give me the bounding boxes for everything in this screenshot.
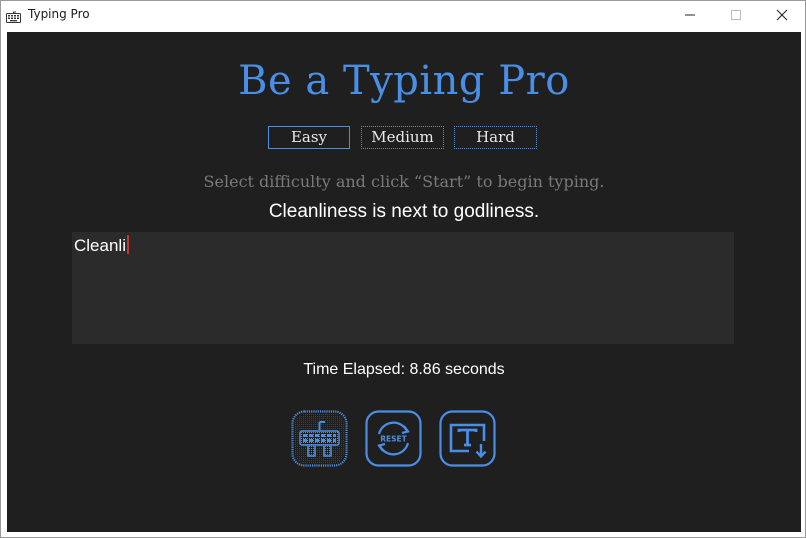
window-title: Typing Pro bbox=[28, 7, 90, 21]
difficulty-hard-button[interactable]: Hard bbox=[454, 126, 537, 149]
text-download-icon bbox=[439, 410, 496, 467]
instruction-text: Select difficulty and click “Start” to b… bbox=[203, 172, 605, 191]
target-sentence: Cleanliness is next to godliness. bbox=[268, 201, 540, 222]
reset-icon: RESET bbox=[365, 410, 422, 467]
reset-button[interactable]: RESET bbox=[365, 410, 422, 467]
reset-icon-label: RESET bbox=[380, 435, 407, 444]
minimize-icon bbox=[685, 14, 695, 16]
typed-text-value: Cleanli bbox=[74, 236, 126, 255]
maximize-icon bbox=[731, 10, 741, 20]
title-bar[interactable]: Typing Pro bbox=[1, 1, 805, 28]
difficulty-easy-button[interactable]: Easy bbox=[268, 126, 350, 149]
app-content: Be a Typing Pro Easy Medium Hard Select … bbox=[7, 32, 801, 532]
minimize-button[interactable] bbox=[667, 1, 713, 28]
maximize-button[interactable] bbox=[713, 1, 759, 28]
difficulty-medium-button[interactable]: Medium bbox=[361, 126, 444, 149]
close-icon bbox=[776, 9, 788, 21]
page-title: Be a Typing Pro bbox=[238, 58, 570, 104]
typed-text: Cleanli bbox=[74, 235, 129, 256]
typing-input[interactable]: Cleanli bbox=[72, 232, 734, 344]
save-text-button[interactable] bbox=[439, 410, 496, 467]
text-caret bbox=[126, 235, 129, 254]
keyboard-start-icon bbox=[291, 410, 348, 467]
keyboard-icon bbox=[6, 8, 21, 23]
app-window: Typing Pro Be a Typing Pro Easy Medium H… bbox=[0, 0, 806, 538]
start-button[interactable] bbox=[291, 410, 348, 467]
time-elapsed: Time Elapsed: 8.86 seconds bbox=[303, 361, 505, 378]
close-button[interactable] bbox=[759, 1, 805, 28]
